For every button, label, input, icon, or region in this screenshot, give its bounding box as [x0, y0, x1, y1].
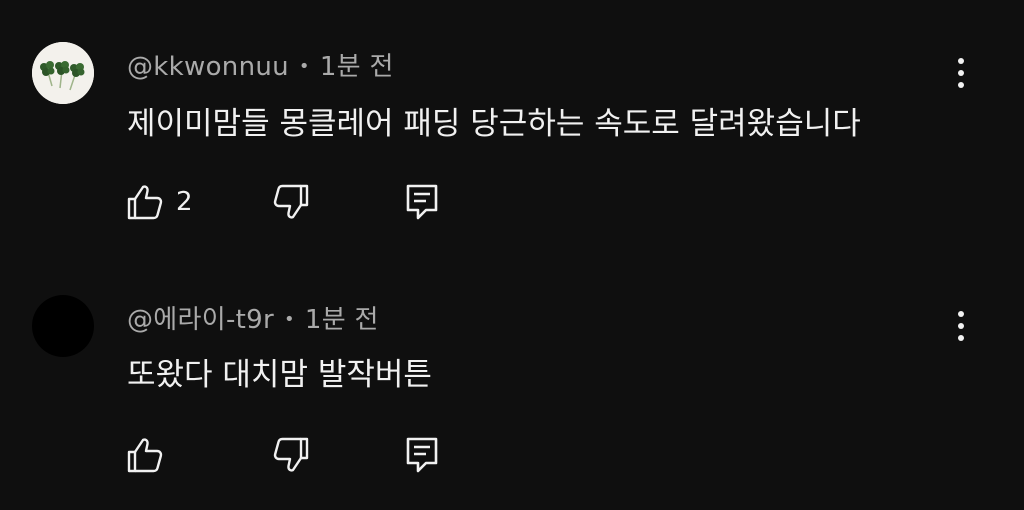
dislike-button[interactable]	[272, 433, 312, 477]
comment-time: 1분 전	[304, 305, 379, 335]
avatar[interactable]	[32, 295, 94, 357]
comment-item: @kkwonnuu • 1분 전 제이미맘들 몽클레어 패딩 당근하는 속도로 달려…	[0, 0, 1024, 250]
thumb-up-icon	[127, 185, 163, 220]
author-name[interactable]: @에라이-t9r	[127, 305, 274, 335]
meta-separator: •	[298, 56, 310, 77]
comment-meta: @kkwonnuu • 1분 전	[127, 46, 394, 83]
comment-time: 1분 전	[319, 52, 394, 82]
comment-actions	[124, 433, 464, 477]
dislike-button[interactable]	[272, 180, 312, 224]
more-vert-icon	[958, 58, 964, 88]
avatar[interactable]	[32, 42, 94, 104]
reply-icon	[406, 437, 438, 473]
comment-meta: @에라이-t9r • 1분 전	[127, 299, 379, 336]
more-vert-icon	[958, 311, 964, 341]
comment-text: 제이미맘들 몽클레어 패딩 당근하는 속도로 달려왔습니다	[127, 106, 861, 142]
meta-separator: •	[283, 309, 295, 330]
comment-text: 또왔다 대치맘 발작버튼	[127, 357, 432, 393]
clover-avatar-image	[32, 42, 94, 104]
like-button[interactable]: 2	[124, 180, 193, 224]
author-name[interactable]: @kkwonnuu	[127, 52, 289, 82]
thumb-up-icon	[127, 438, 163, 473]
more-options-button[interactable]	[946, 53, 976, 93]
comments-page: @kkwonnuu • 1분 전 제이미맘들 몽클레어 패딩 당근하는 속도로 달려…	[0, 0, 1024, 510]
thumb-down-icon	[273, 184, 309, 219]
like-count: 2	[176, 187, 193, 217]
reply-icon	[406, 184, 438, 220]
comment-item: @에라이-t9r • 1분 전 또왔다 대치맘 발작버튼	[0, 255, 1024, 505]
thumb-down-icon	[273, 437, 309, 472]
reply-button[interactable]	[404, 180, 440, 224]
like-button[interactable]	[124, 433, 176, 477]
reply-button[interactable]	[404, 433, 440, 477]
comment-actions: 2	[124, 180, 464, 224]
more-options-button[interactable]	[946, 306, 976, 346]
